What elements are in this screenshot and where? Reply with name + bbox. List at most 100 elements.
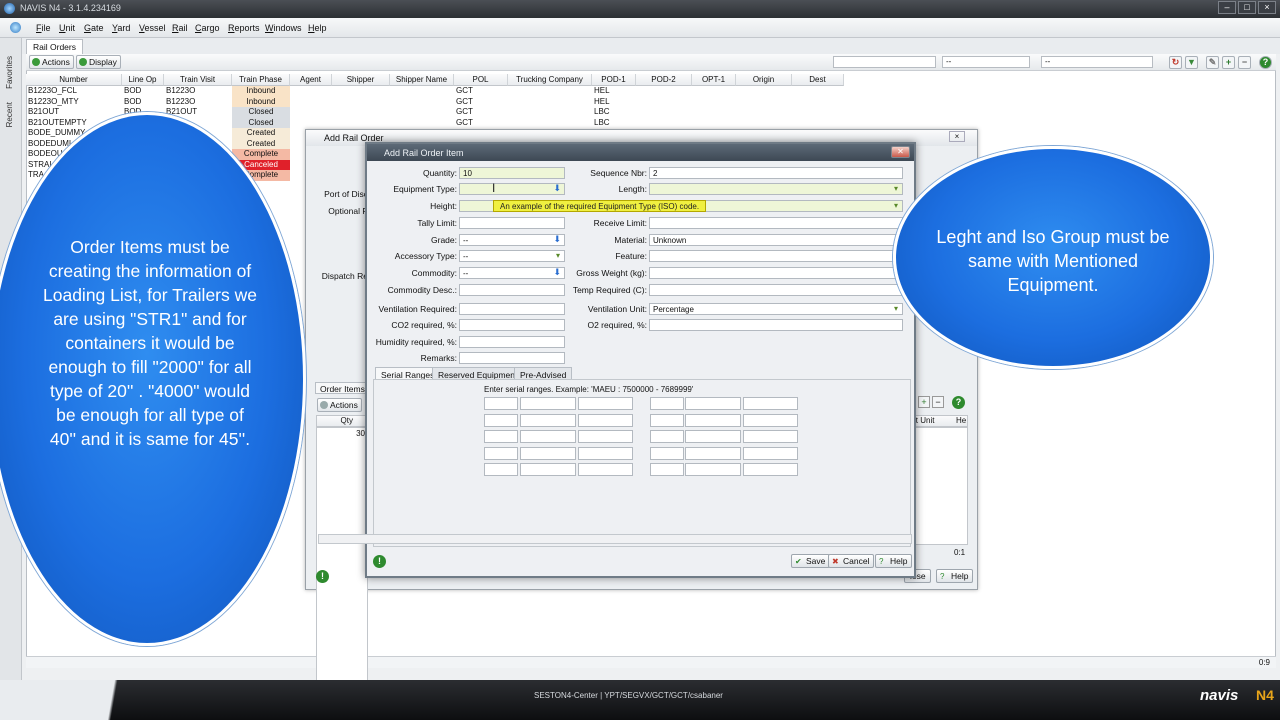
column-header-train-phase[interactable]: Train Phase xyxy=(232,74,290,86)
column-header-pod-2[interactable]: POD-2 xyxy=(636,74,692,86)
serial-range-input[interactable] xyxy=(484,430,518,443)
menu-help[interactable]: Help xyxy=(308,23,327,33)
serial-range-input[interactable] xyxy=(685,430,741,443)
feature-field[interactable] xyxy=(649,250,903,262)
o2-required-field[interactable] xyxy=(649,319,903,331)
menu-file[interactable]: File xyxy=(36,23,51,33)
menu-windows[interactable]: Windows xyxy=(265,23,302,33)
serial-range-input[interactable] xyxy=(743,413,798,427)
column-header-train-visit[interactable]: Train Visit xyxy=(164,74,232,86)
serial-range-input[interactable] xyxy=(484,413,518,427)
length-select[interactable] xyxy=(649,183,903,195)
serial-range-input[interactable] xyxy=(520,446,576,460)
remarks-field[interactable] xyxy=(459,352,565,364)
order-help-button[interactable]: ? Help xyxy=(936,569,974,583)
column-header-pod-1[interactable]: POD-1 xyxy=(592,74,636,86)
order-items-actions-button[interactable]: Actions xyxy=(317,398,362,412)
serial-range-input[interactable] xyxy=(685,397,741,410)
serial-range-input[interactable] xyxy=(685,463,741,476)
serial-range-input[interactable] xyxy=(578,397,633,410)
serial-range-input[interactable] xyxy=(520,430,576,443)
cancel-button[interactable]: ✖ Cancel xyxy=(828,554,875,568)
column-header-line-op[interactable]: Line Op xyxy=(122,74,164,86)
column-header-shipper[interactable]: Shipper xyxy=(332,74,390,86)
serial-range-input[interactable] xyxy=(520,413,576,427)
menu-vessel[interactable]: Vessel xyxy=(139,23,166,33)
filter-select-1[interactable]: -- xyxy=(942,56,1030,68)
equipment-type-field[interactable] xyxy=(459,183,565,195)
recent-tab[interactable]: Recent xyxy=(5,102,14,127)
dialog-help-button[interactable]: ? Help xyxy=(875,554,913,568)
serial-range-input[interactable] xyxy=(685,413,741,427)
serial-range-input[interactable] xyxy=(484,446,518,460)
add-icon[interactable]: + xyxy=(1222,56,1235,69)
serial-range-input[interactable] xyxy=(743,446,798,460)
items-help-icon[interactable]: ? xyxy=(952,396,965,409)
column-header-shipper-name[interactable]: Shipper Name xyxy=(390,74,454,86)
info-icon[interactable]: ! xyxy=(316,570,329,583)
serial-range-input[interactable] xyxy=(650,446,684,460)
menu-gate[interactable]: Gate xyxy=(84,23,104,33)
table-row[interactable]: B1223O_MTY BOD B1223O Inbound GCT HEL xyxy=(26,96,844,107)
menu-reports[interactable]: Reports xyxy=(228,23,260,33)
receive-limit-field[interactable] xyxy=(649,217,903,229)
column-header-qty[interactable]: Qty xyxy=(316,415,368,427)
search-input[interactable] xyxy=(833,56,936,68)
serial-range-input[interactable] xyxy=(685,446,741,460)
menu-yard[interactable]: Yard xyxy=(112,23,130,33)
tab-order-items[interactable]: Order Items xyxy=(315,382,371,394)
quantity-field[interactable]: 10 xyxy=(459,167,565,179)
column-header-opt-1[interactable]: OPT-1 xyxy=(692,74,736,86)
commodity-desc-field[interactable] xyxy=(459,284,565,296)
actions-button[interactable]: Actions xyxy=(29,55,74,69)
serial-range-input[interactable] xyxy=(743,430,798,443)
horizontal-scrollbar[interactable] xyxy=(318,534,912,544)
favorites-tab[interactable]: Favorites xyxy=(5,56,14,89)
humidity-required-field[interactable] xyxy=(459,336,565,348)
column-header-origin[interactable]: Origin xyxy=(736,74,792,86)
column-header-pol[interactable]: POL xyxy=(454,74,508,86)
serial-range-input[interactable] xyxy=(578,463,633,476)
serial-range-input[interactable] xyxy=(520,463,576,476)
column-header-trucking-company[interactable]: Trucking Company xyxy=(508,74,592,86)
serial-range-input[interactable] xyxy=(650,397,684,410)
tab-rail-orders[interactable]: Rail Orders xyxy=(26,39,83,54)
column-header-agent[interactable]: Agent xyxy=(290,74,332,86)
column-header-unit[interactable]: it Unit He xyxy=(913,415,968,427)
ventilation-required-field[interactable] xyxy=(459,303,565,315)
gross-weight-field[interactable] xyxy=(649,267,903,279)
maximize-icon[interactable]: □ xyxy=(1238,1,1256,14)
dialog-info-icon[interactable]: ! xyxy=(373,555,386,568)
close-icon[interactable]: × xyxy=(1258,1,1276,14)
serial-range-input[interactable] xyxy=(484,463,518,476)
serial-range-input[interactable] xyxy=(578,430,633,443)
commodity-field[interactable]: -- xyxy=(459,267,565,279)
grade-field[interactable]: -- xyxy=(459,234,565,246)
serial-range-input[interactable] xyxy=(650,463,684,476)
menu-cargo[interactable]: Cargo xyxy=(195,23,220,33)
serial-range-input[interactable] xyxy=(578,413,633,427)
refresh-icon[interactable]: ↻ xyxy=(1169,56,1182,69)
ventilation-unit-select[interactable]: Percentage xyxy=(649,303,903,315)
temp-required-field[interactable] xyxy=(649,284,903,296)
dialog-close-icon[interactable]: ✕ xyxy=(891,146,910,158)
column-header-number[interactable]: Number xyxy=(26,74,122,86)
filter-icon[interactable]: ▼ xyxy=(1185,56,1198,69)
accessory-type-select[interactable]: -- xyxy=(459,250,565,262)
table-row[interactable]: B1223O_FCL BOD B1223O Inbound GCT HEL xyxy=(26,86,844,97)
serial-range-input[interactable] xyxy=(484,397,518,410)
add-item-icon[interactable]: + xyxy=(918,396,930,408)
serial-range-input[interactable] xyxy=(743,397,798,410)
help-icon[interactable]: ? xyxy=(1259,56,1272,69)
material-select[interactable]: Unknown xyxy=(649,234,903,246)
serial-range-input[interactable] xyxy=(520,397,576,410)
column-header-dest[interactable]: Dest xyxy=(792,74,844,86)
save-button[interactable]: ✔ Save xyxy=(791,554,831,568)
tally-limit-field[interactable] xyxy=(459,217,565,229)
serial-range-input[interactable] xyxy=(578,446,633,460)
remove-icon[interactable]: − xyxy=(1238,56,1251,69)
serial-range-input[interactable] xyxy=(650,430,684,443)
minimize-icon[interactable]: – xyxy=(1218,1,1236,14)
co2-required-field[interactable] xyxy=(459,319,565,331)
display-button[interactable]: Display xyxy=(76,55,121,69)
